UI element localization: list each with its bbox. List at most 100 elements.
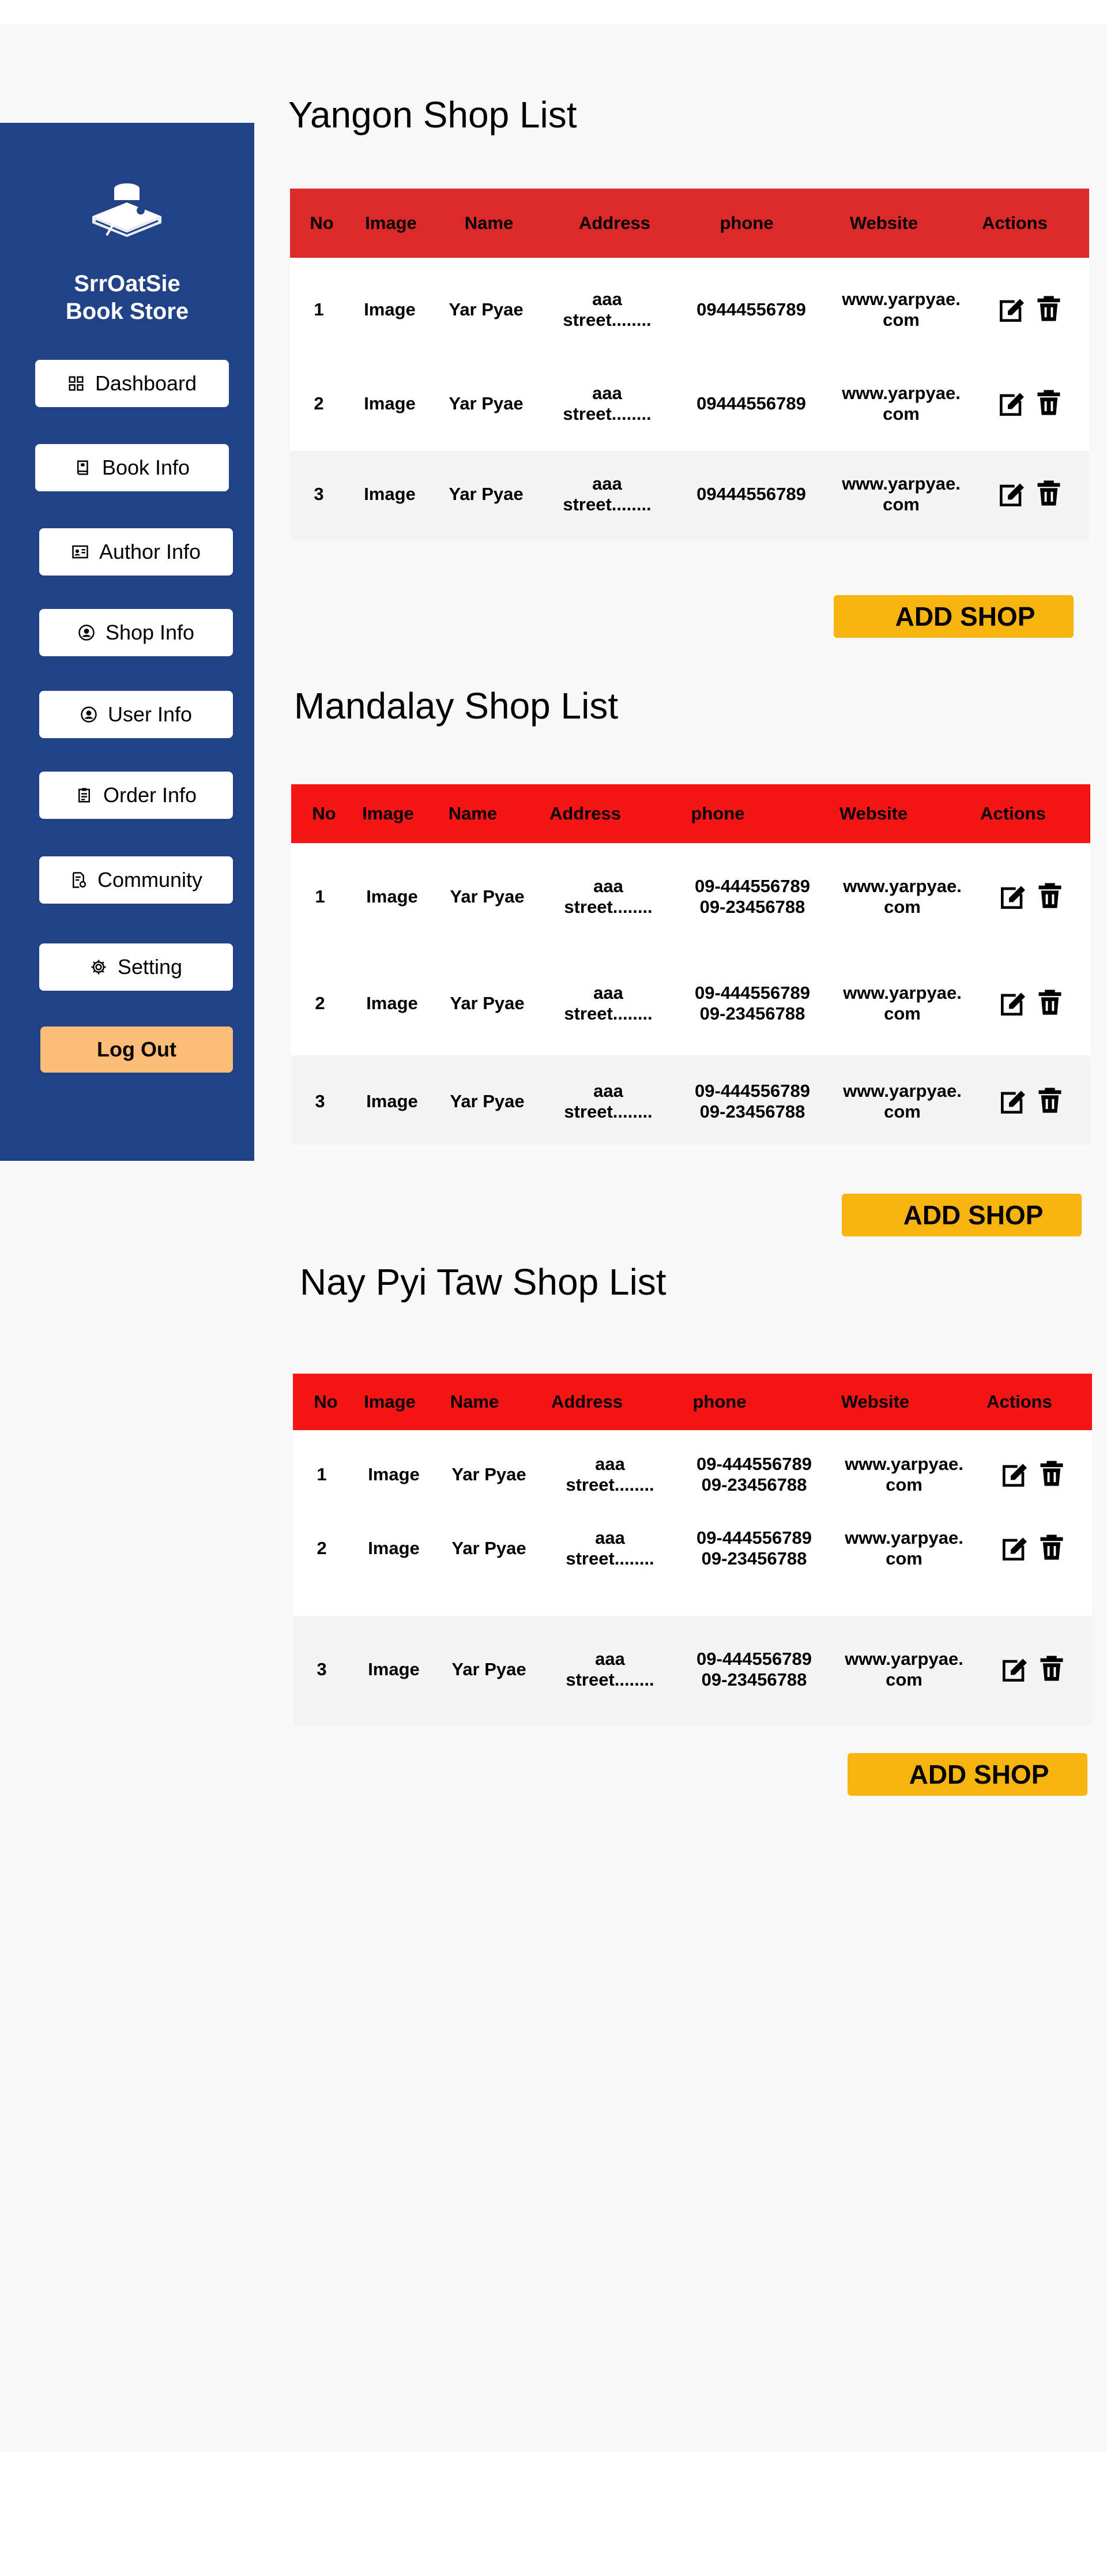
cell-phone-line-2: 09-23456788 [699,1003,805,1024]
table-header-row: No Image Name Address phone Website Actions [290,189,1089,258]
cell-address-line-2: street........ [566,1475,654,1495]
cell-address: aaa street........ [563,473,651,515]
cell-name: Yar Pyae [450,1091,525,1111]
cell-name: Yar Pyae [451,1538,526,1558]
cell-no: 2 [314,393,324,413]
document-settings-icon [72,872,86,888]
cell-address: aaa street........ [563,289,651,330]
cell-website: www.yarpyae. com [843,983,962,1024]
cell-no: 1 [317,1464,327,1484]
cell-phone: 09-444556789 09-23456788 [695,983,810,1024]
cell-address-line-2: street........ [564,897,653,917]
column-header-image: Image [364,1392,416,1412]
cell-no: 3 [317,1659,327,1679]
column-header-website: Website [841,1392,910,1412]
edit-icon[interactable] [996,388,1028,420]
edit-icon[interactable] [997,881,1029,913]
trash-icon[interactable] [1034,388,1066,420]
nav-community-button[interactable]: Community [39,856,233,904]
trash-icon[interactable] [1035,881,1067,913]
cell-phone-line-1: 09-444556789 [695,876,810,896]
cell-phone-line-2: 09-23456788 [701,1475,807,1495]
cell-website: www.yarpyae. com [842,383,961,424]
table-header-row: No Image Name Address phone Website Actions [291,784,1090,843]
yangon-add-shop-button[interactable]: ADD SHOP [834,595,1074,638]
cell-address-line-1: aaa [595,1454,625,1474]
trash-icon[interactable] [1035,1085,1067,1118]
cell-website-line-1: www.yarpyae. [845,1649,963,1669]
edit-icon[interactable] [997,1085,1029,1118]
edit-icon[interactable] [996,478,1028,510]
naypyitaw-add-shop-button[interactable]: ADD SHOP [848,1753,1087,1796]
book-store-logo-icon [92,183,161,237]
nav-dashboard-button[interactable]: Dashboard [35,360,229,407]
trash-icon[interactable] [1034,478,1066,510]
trash-icon[interactable] [1037,1532,1069,1565]
column-header-name: Name [450,1392,499,1412]
cell-address: aaa street........ [566,1528,654,1569]
cell-website-line-1: www.yarpyae. [842,289,961,309]
nav-setting-button[interactable]: Setting [39,943,233,991]
cell-name: Yar Pyae [449,299,524,319]
edit-icon[interactable] [996,294,1028,326]
column-header-image: Image [362,803,414,823]
cell-phone: 09444556789 [696,484,806,505]
cell-no: 2 [317,1538,327,1558]
user-circle-icon [78,625,95,641]
column-header-no: No [312,803,336,823]
cell-image: Image [366,886,418,907]
nav-book-info-label: Book Info [101,456,190,479]
cell-website: www.yarpyae. com [845,1454,963,1495]
column-header-phone: phone [720,213,774,233]
edit-icon[interactable] [999,1532,1031,1565]
cell-phone: 09-444556789 09-23456788 [696,1528,812,1569]
cell-image: Image [368,1538,420,1558]
cell-phone-line-2: 09-23456788 [701,1669,807,1690]
cell-address: aaa street........ [563,383,651,424]
edit-icon[interactable] [999,1458,1031,1491]
nav-shop-info-button[interactable]: Shop Info [39,609,233,656]
trash-icon[interactable] [1037,1458,1069,1491]
logout-button[interactable]: Log Out [40,1026,233,1073]
cell-website-line-1: www.yarpyae. [843,876,962,896]
cell-address-line-2: street........ [566,1669,654,1690]
cell-website-line-2: com [886,1475,922,1495]
cell-phone: 09444556789 [696,299,806,320]
cell-website-line-2: com [884,897,921,917]
cell-name: Yar Pyae [451,1659,526,1679]
cell-address-line-2: street........ [564,1003,653,1024]
cell-no: 1 [315,886,325,907]
nav-order-info-button[interactable]: Order Info [39,772,233,819]
cell-address-line-2: street........ [564,1101,653,1122]
cell-phone-line-1: 09-444556789 [695,1081,810,1101]
cell-website-line-2: com [883,310,920,330]
nav-author-info-button[interactable]: Author Info [39,528,233,576]
cell-phone: 09-444556789 09-23456788 [695,876,810,917]
user-circle-icon [81,706,97,723]
cell-website-line-2: com [884,1003,921,1024]
cell-website-line-2: com [883,404,920,424]
mandalay-add-shop-button[interactable]: ADD SHOP [842,1194,1082,1236]
column-header-phone: phone [691,803,745,823]
book-icon [77,460,88,475]
cell-image: Image [364,299,416,319]
cell-website: www.yarpyae. com [842,289,961,330]
nav-user-info-button[interactable]: User Info [39,691,233,738]
naypyitaw-shop-table: No Image Name Address phone Website Actions 1 Im… [293,1374,1092,1725]
cell-website-line-2: com [886,1548,922,1569]
cell-address-line-1: aaa [593,876,623,896]
cell-website-line-2: com [886,1669,922,1690]
cell-website-line-2: com [883,494,920,514]
trash-icon[interactable] [1037,1653,1069,1686]
trash-icon[interactable] [1034,294,1066,326]
dashboard-grid-icon [69,376,84,391]
nav-setting-label: Setting [117,955,183,979]
nav-book-info-button[interactable]: Book Info [35,444,229,491]
edit-icon[interactable] [999,1653,1031,1686]
edit-icon[interactable] [997,987,1029,1020]
trash-icon[interactable] [1035,987,1067,1020]
cell-name: Yar Pyae [449,393,524,413]
cell-image: Image [368,1464,420,1484]
sidebar: SrrOatSie Book Store Dashboard Book Info… [0,123,254,1161]
column-header-image: Image [365,213,417,233]
